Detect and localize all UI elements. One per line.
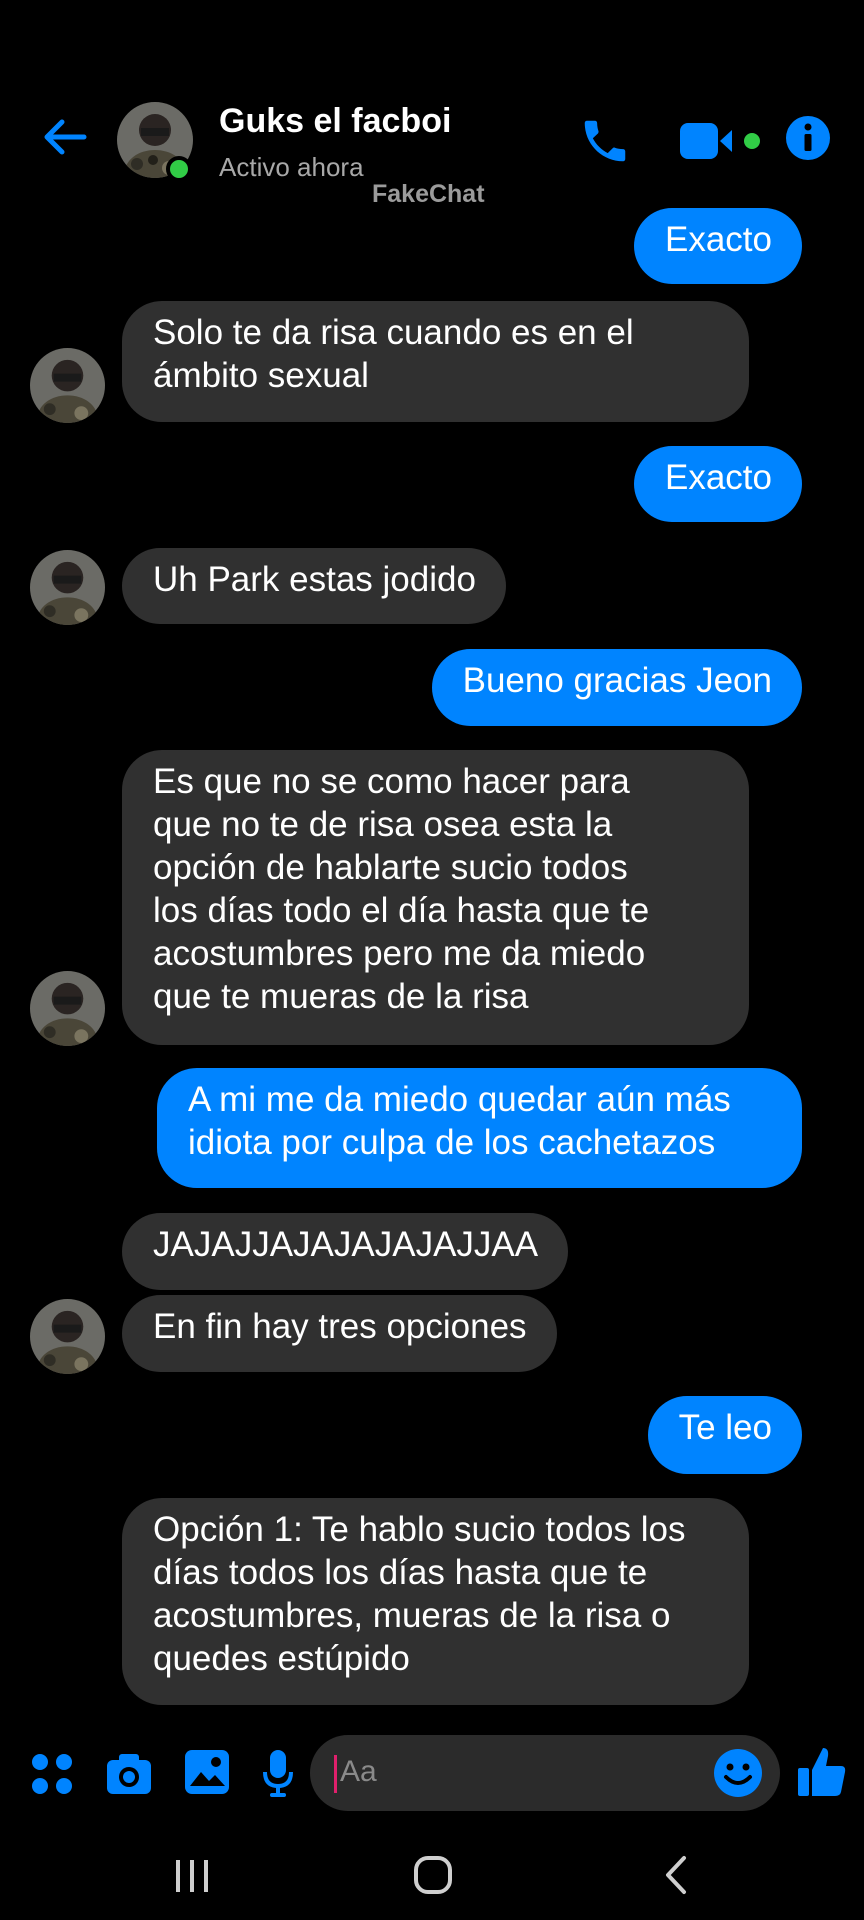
sender-avatar[interactable]: [30, 971, 105, 1046]
camera-icon[interactable]: [105, 1750, 153, 1798]
message-bubble-incoming[interactable]: Solo te da risa cuando es en el ámbito s…: [122, 301, 749, 422]
message-bubble-outgoing[interactable]: Exacto: [634, 446, 802, 522]
message-composer: Aa: [0, 1720, 864, 1830]
back-arrow-icon[interactable]: [40, 112, 90, 162]
sender-avatar[interactable]: [30, 348, 105, 423]
contact-name[interactable]: Guks el facboi: [219, 102, 451, 141]
info-icon[interactable]: [784, 114, 832, 162]
message-bubble-incoming[interactable]: Es que no se como hacer para que no te d…: [122, 750, 749, 1045]
microphone-icon[interactable]: [262, 1748, 294, 1798]
system-navigation-bar: [0, 1830, 864, 1920]
message-bubble-incoming[interactable]: Uh Park estas jodido: [122, 548, 506, 624]
message-list[interactable]: Exacto Solo te da risa cuando es en el á…: [0, 200, 864, 1710]
video-camera-icon[interactable]: [678, 118, 764, 164]
message-input[interactable]: Aa: [310, 1735, 780, 1811]
message-bubble-outgoing[interactable]: A mi me da miedo quedar aún más idiota p…: [157, 1068, 802, 1188]
contact-status: Activo ahora: [219, 152, 364, 182]
home-icon[interactable]: [404, 1850, 464, 1900]
messenger-chat-screen: Guks el facboi Activo ahora FakeChat Exa…: [0, 0, 864, 1920]
phone-icon[interactable]: [578, 114, 632, 168]
online-indicator: [166, 156, 192, 182]
sender-avatar[interactable]: [30, 550, 105, 625]
text-caret: [334, 1755, 337, 1793]
emoji-icon[interactable]: [712, 1747, 764, 1799]
gallery-icon[interactable]: [183, 1748, 231, 1796]
message-input-placeholder: Aa: [340, 1755, 377, 1788]
message-bubble-outgoing[interactable]: Bueno gracias Jeon: [431, 649, 802, 726]
chat-header: Guks el facboi Activo ahora FakeChat: [0, 0, 864, 210]
thumbs-up-icon[interactable]: [796, 1744, 848, 1800]
back-icon[interactable]: [648, 1850, 708, 1900]
recent-apps-icon[interactable]: [162, 1850, 222, 1900]
message-bubble-incoming[interactable]: JAJAJJAJAJAJAJAJJAA: [122, 1213, 569, 1290]
message-bubble-incoming[interactable]: En fin hay tres opciones: [122, 1295, 557, 1372]
message-bubble-outgoing[interactable]: Exacto: [634, 208, 802, 284]
sender-avatar[interactable]: [30, 1299, 105, 1374]
message-bubble-outgoing[interactable]: Te leo: [647, 1396, 802, 1474]
message-bubble-incoming[interactable]: Opción 1: Te hablo sucio todos los días …: [122, 1498, 749, 1705]
apps-icon[interactable]: [30, 1752, 74, 1796]
